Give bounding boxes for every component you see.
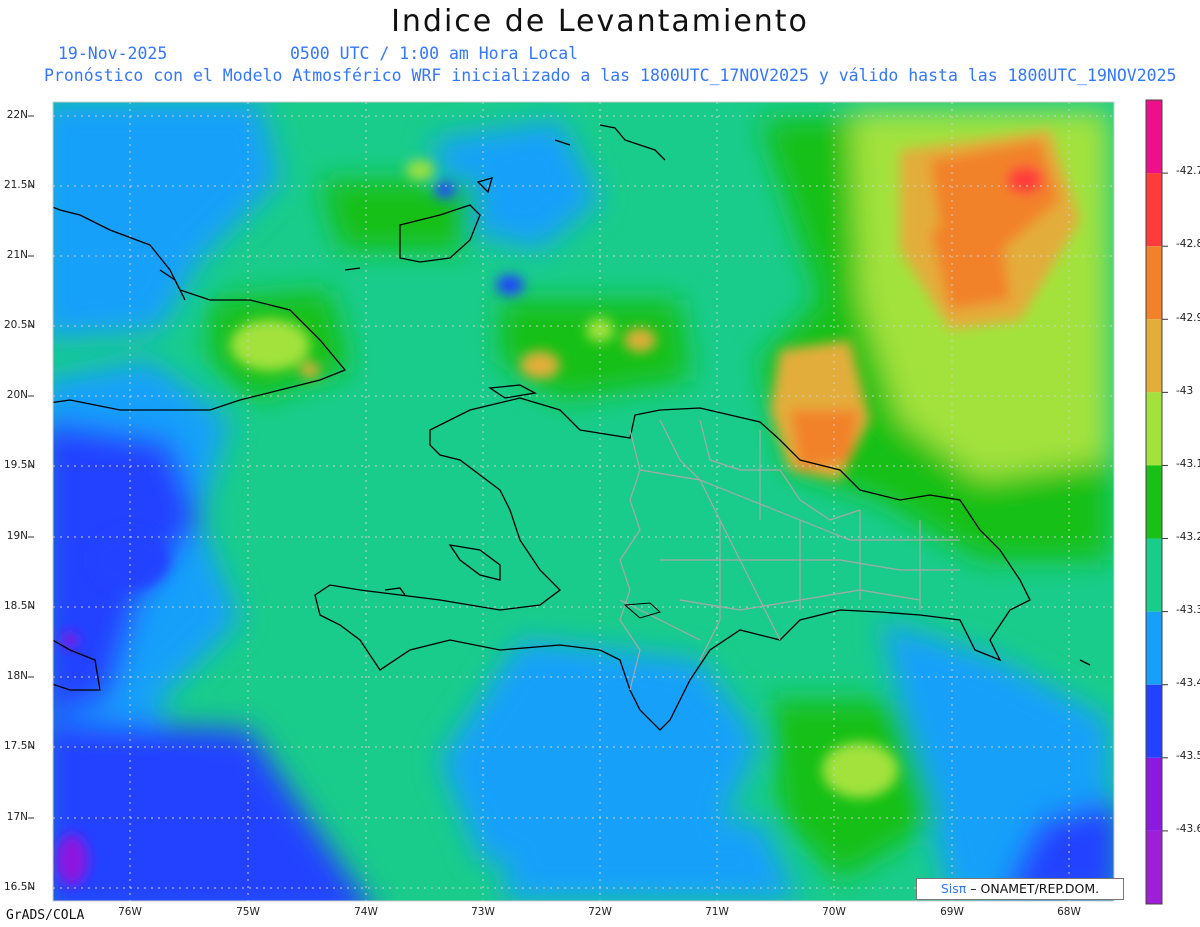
lat-label: 19N	[6, 530, 28, 542]
lon-label: 76W	[118, 906, 142, 918]
colorbar-segment	[1146, 757, 1162, 831]
colorbar-label: -43.4	[1176, 677, 1200, 689]
colorbar-segment	[1146, 319, 1162, 393]
lon-label: 70W	[822, 906, 846, 918]
lat-label: 17N	[6, 811, 28, 823]
lat-label: 21.5N	[4, 179, 36, 191]
colorbar-segment	[1146, 611, 1162, 685]
lat-label: 18.5N	[4, 600, 36, 612]
colorbar-segment	[1146, 465, 1162, 539]
lon-label: 68W	[1057, 906, 1081, 918]
lat-label: 20N	[6, 389, 28, 401]
colorbar-label: -42.7	[1176, 165, 1200, 177]
colorbar-label: -43.3	[1176, 604, 1200, 616]
colorbar-segment	[1146, 684, 1162, 758]
colorbar-label: -43.1	[1176, 458, 1200, 470]
lat-label: 17.5N	[4, 740, 36, 752]
colorbar-label: -42.9	[1176, 312, 1200, 324]
software-credit: GrADS/COLA	[6, 908, 85, 923]
lat-label: 18N	[6, 670, 28, 682]
colorbar	[1145, 99, 1168, 905]
lifted-index-map	[28, 99, 1168, 905]
lon-label: 72W	[588, 906, 612, 918]
lon-label: 74W	[354, 906, 378, 918]
colorbar-segment	[1146, 246, 1162, 320]
lon-label: 75W	[236, 906, 260, 918]
lat-label: 19.5N	[4, 459, 36, 471]
colorbar-label: -43.5	[1176, 750, 1200, 762]
axis-ticks	[28, 115, 34, 889]
colorbar-label: -42.8	[1176, 238, 1200, 250]
credit-box: Sisπ – ONAMET/REP.DOM.	[916, 878, 1124, 900]
contour-field	[53, 102, 1114, 901]
colorbar-segment	[1146, 173, 1162, 247]
lat-label: 20.5N	[4, 319, 36, 331]
colorbar-segment	[1146, 538, 1162, 612]
colorbar-label: -43.6	[1176, 823, 1200, 835]
colorbar-segment	[1146, 830, 1162, 904]
credit-sis: Sisπ	[940, 881, 967, 896]
credit-org: – ONAMET/REP.DOM.	[970, 881, 1100, 896]
lat-label: 22N	[6, 109, 28, 121]
colorbar-segment	[1146, 100, 1162, 174]
lat-label: 16.5N	[4, 881, 36, 893]
colorbar-segment	[1146, 392, 1162, 466]
colorbar-label: -43.2	[1176, 531, 1200, 543]
lon-label: 69W	[940, 906, 964, 918]
colorbar-label: -43	[1176, 385, 1194, 397]
lat-label: 21N	[6, 249, 28, 261]
lon-label: 73W	[471, 906, 495, 918]
lon-label: 71W	[705, 906, 729, 918]
